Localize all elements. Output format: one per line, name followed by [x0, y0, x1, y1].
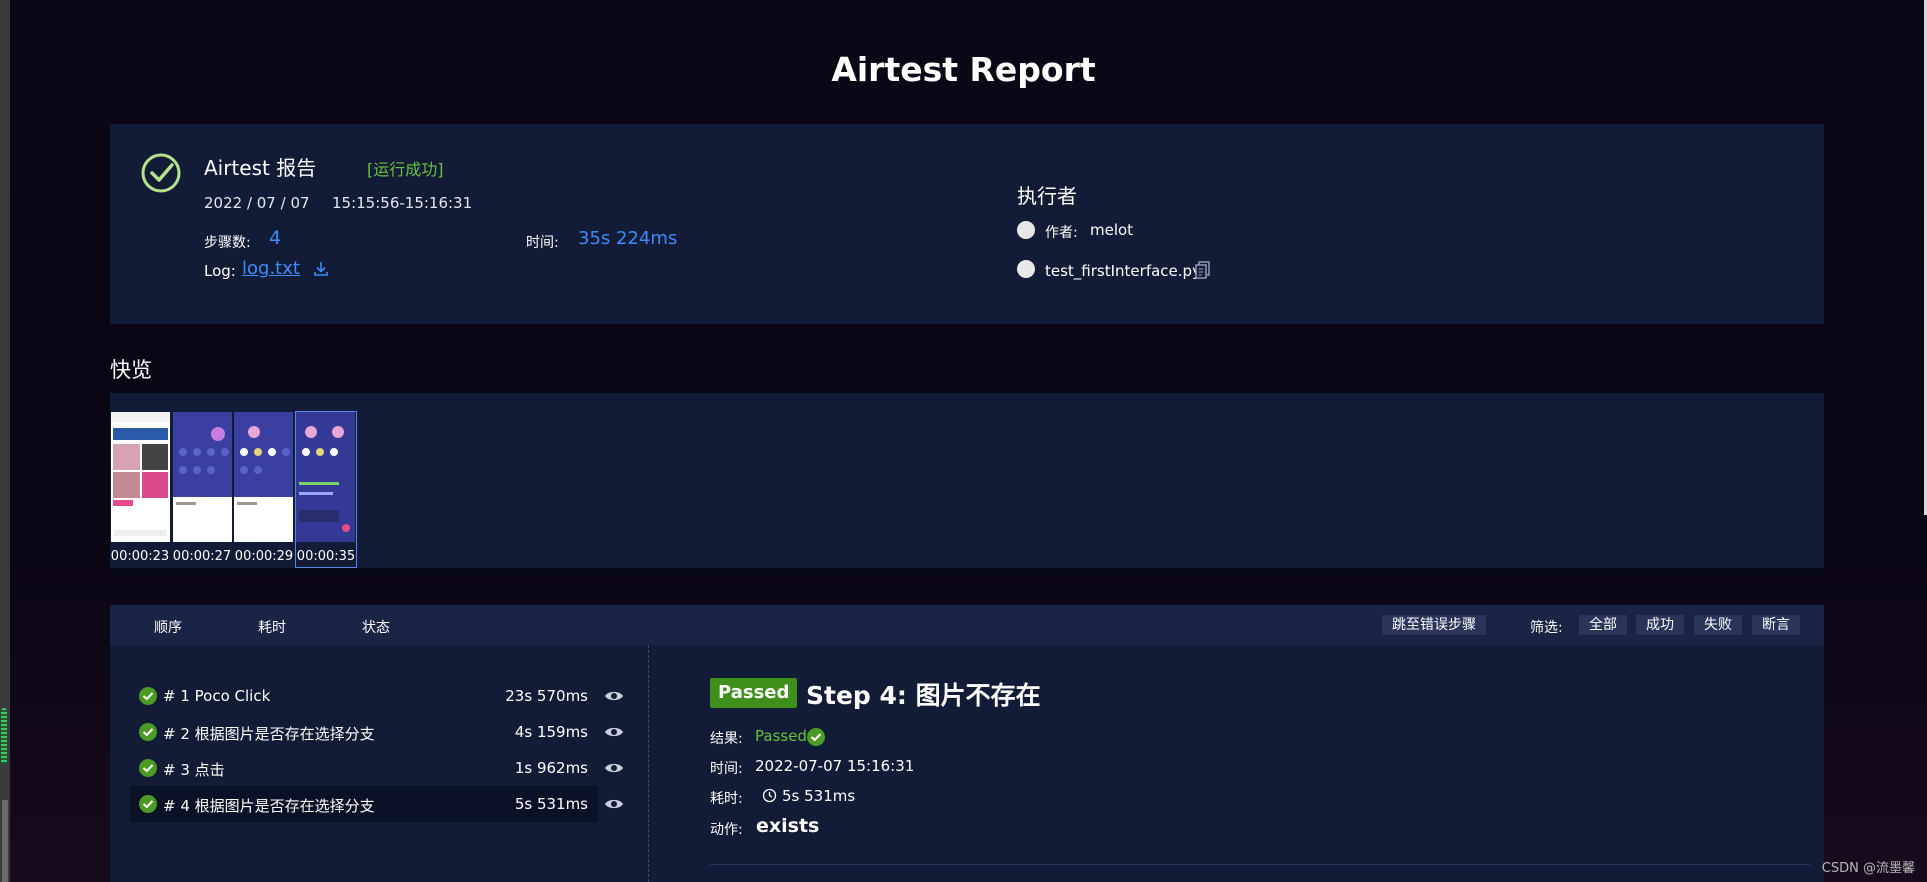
clock-icon — [762, 788, 777, 803]
panel-divider — [648, 645, 649, 882]
passed-check-icon — [139, 723, 157, 741]
step-duration: 5s 531ms — [514, 795, 588, 813]
log-file-link[interactable]: log.txt — [242, 258, 300, 279]
detail-separator — [710, 864, 1810, 865]
duration-label: 耗时: — [710, 791, 743, 807]
step-duration: 4s 159ms — [514, 723, 588, 741]
steps-panel: 顺序 耗时 状态 跳至错误步骤 筛选: 全部 成功 失败 断言 # 1 Poco… — [110, 605, 1824, 882]
eye-icon[interactable] — [604, 797, 624, 811]
passed-check-icon — [139, 759, 157, 777]
passed-check-icon — [139, 687, 157, 705]
step-label: # 4 根据图片是否存在选择分支 — [163, 797, 375, 815]
screenshot-image — [234, 412, 293, 542]
filter-assert-button[interactable]: 断言 — [1752, 615, 1800, 635]
filter-failed-button[interactable]: 失败 — [1694, 615, 1742, 635]
author-bullet — [1017, 221, 1035, 239]
watermark: CSDN @流墨馨 — [1821, 861, 1915, 876]
thumbnail-time-3: 00:00:29 — [234, 549, 294, 564]
total-duration-label: 时间: — [526, 235, 559, 251]
step-row-2[interactable]: # 2 根据图片是否存在选择分支 4s 159ms — [130, 714, 598, 750]
filter-label: 筛选: — [1530, 620, 1563, 636]
step-duration: 1s 962ms — [514, 759, 588, 777]
success-check-icon — [141, 153, 181, 193]
result-value: Passed — [755, 727, 807, 745]
step-row-4[interactable]: # 4 根据图片是否存在选择分支 5s 531ms — [130, 786, 598, 822]
thumbnail-time-1: 00:00:23 — [110, 549, 170, 564]
page-title: Airtest Report — [831, 50, 1096, 89]
sort-by-order[interactable]: 顺序 — [154, 617, 182, 637]
thumbnail-scrollbar[interactable] — [110, 568, 1824, 575]
eye-icon[interactable] — [604, 761, 624, 775]
step-duration: 23s 570ms — [505, 687, 588, 705]
time-label: 时间: — [710, 761, 743, 777]
step-label: # 1 Poco Click — [163, 687, 271, 705]
steps-toolbar: 顺序 耗时 状态 跳至错误步骤 筛选: 全部 成功 失败 断言 — [110, 605, 1824, 645]
action-label: 动作: — [710, 822, 743, 838]
report-time-range: 15:15:56-15:16:31 — [332, 194, 473, 212]
author-label: 作者: — [1045, 225, 1078, 241]
download-icon[interactable] — [312, 260, 330, 278]
screenshot-image — [111, 412, 170, 536]
duration-value: 5s 531ms — [782, 787, 856, 805]
passed-check-icon — [807, 728, 825, 746]
action-value: exists — [756, 815, 820, 837]
script-file-name: test_firstInterface.py — [1045, 262, 1201, 280]
copy-icon[interactable] — [1194, 260, 1212, 280]
passed-badge: Passed — [710, 678, 798, 708]
eye-icon[interactable] — [604, 689, 624, 703]
report-date: 2022 / 07 / 07 — [204, 194, 310, 212]
thumbnail-3[interactable] — [234, 412, 293, 542]
step-row-1[interactable]: # 1 Poco Click 23s 570ms — [130, 678, 598, 714]
filter-all-button[interactable]: 全部 — [1579, 615, 1627, 635]
report-title: Airtest 报告 — [204, 156, 317, 180]
steps-count-label: 步骤数: — [204, 235, 251, 251]
overview-title: 快览 — [110, 358, 152, 382]
audio-level-meter — [1, 708, 7, 764]
step-row-3[interactable]: # 3 点击 1s 962ms — [130, 750, 598, 786]
result-label: 结果: — [710, 731, 743, 747]
eye-icon[interactable] — [604, 725, 624, 739]
filter-success-button[interactable]: 成功 — [1636, 615, 1684, 635]
report-summary-card: Airtest 报告 [运行成功] 2022 / 07 / 07 15:15:5… — [110, 124, 1824, 324]
step-label: # 2 根据图片是否存在选择分支 — [163, 725, 375, 743]
sort-by-status[interactable]: 状态 — [362, 617, 390, 637]
thumbnail-1[interactable] — [111, 412, 170, 542]
run-status: [运行成功] — [367, 160, 444, 179]
jump-to-error-button[interactable]: 跳至错误步骤 — [1382, 615, 1486, 635]
screenshot-image — [173, 412, 232, 542]
thumbnail-2[interactable] — [173, 412, 232, 542]
step-label: # 3 点击 — [163, 761, 225, 779]
time-value: 2022-07-07 15:16:31 — [755, 757, 915, 775]
thumbnail-time-2: 00:00:27 — [172, 549, 232, 564]
thumbnail-time-4: 00:00:35 — [296, 549, 356, 564]
selected-thumbnail-frame — [295, 411, 357, 568]
sort-by-duration[interactable]: 耗时 — [258, 617, 286, 637]
thumbnail-panel — [110, 393, 1824, 575]
author-name: melot — [1090, 221, 1134, 239]
left-window-edge — [0, 0, 10, 882]
passed-check-icon — [139, 795, 157, 813]
steps-count-value: 4 — [269, 227, 282, 249]
step-detail-title: Step 4: 图片不存在 — [806, 681, 1041, 710]
log-label: Log: — [204, 262, 236, 280]
executor-title: 执行者 — [1017, 184, 1077, 208]
total-duration-value: 35s 224ms — [578, 228, 678, 249]
left-scrollbar-thumb[interactable] — [2, 800, 8, 882]
file-bullet — [1017, 260, 1035, 278]
